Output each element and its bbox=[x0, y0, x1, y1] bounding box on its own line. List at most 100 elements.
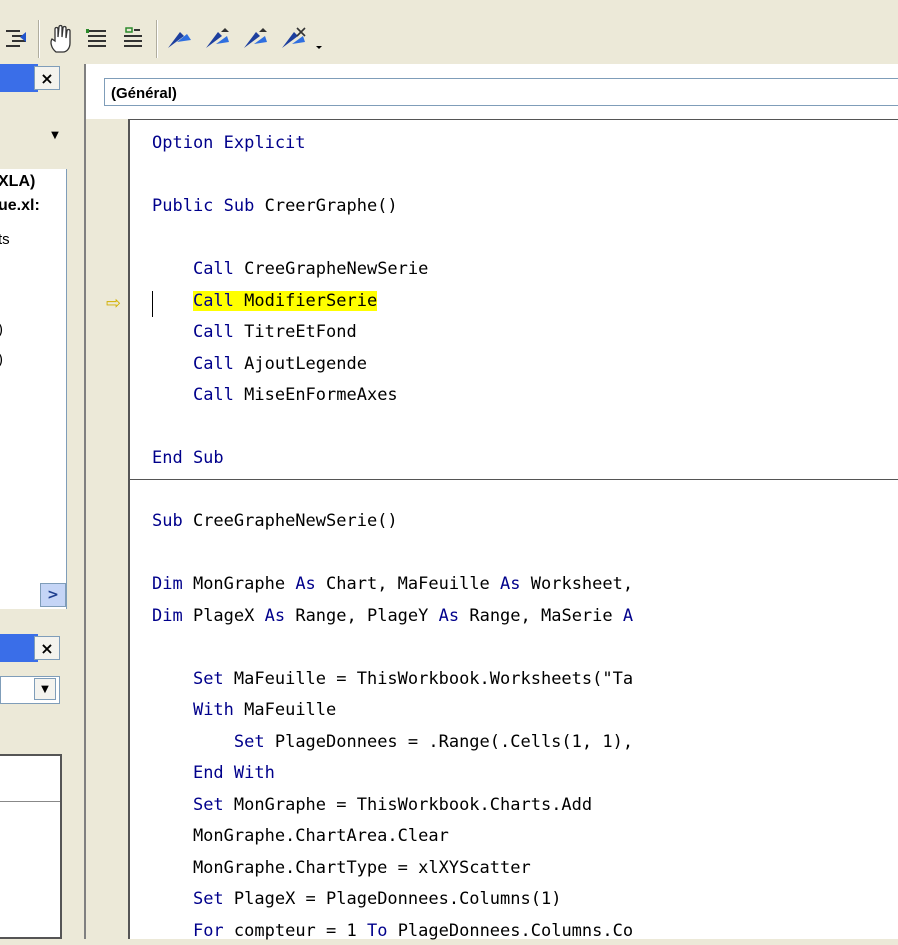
code-text: MonGraphe bbox=[182, 574, 296, 594]
indicator-margin[interactable]: ⇨ bbox=[86, 119, 130, 939]
left-panels: × ▼ XLA) ue.xl: ts ) ) > × ▼ bbox=[0, 64, 67, 939]
previous-bookmark-icon[interactable] bbox=[238, 22, 274, 56]
project-item[interactable]: ue.xl: bbox=[0, 197, 40, 215]
scroll-right-button[interactable]: > bbox=[40, 583, 66, 607]
project-tree: XLA) ue.xl: ts ) ) bbox=[0, 169, 67, 609]
code-text: MaFeuille = ThisWorkbook.Worksheets("Ta bbox=[223, 668, 634, 689]
property-row-divider bbox=[0, 801, 60, 802]
properties-pane-titlebar bbox=[0, 634, 38, 662]
comment-block-icon[interactable] bbox=[80, 22, 114, 56]
code-text: CreerGraphe() bbox=[254, 196, 398, 216]
code-keyword: Call bbox=[192, 353, 234, 374]
code-keyword: Sub bbox=[152, 511, 183, 531]
code-line[interactable]: MonGraphe.ChartType = xlXYScatter bbox=[152, 854, 531, 882]
properties-grid bbox=[0, 754, 62, 939]
close-icon: × bbox=[40, 68, 54, 88]
code-line[interactable]: For compteur = 1 To PlageDonnees.Columns… bbox=[152, 917, 633, 945]
code-keyword: As bbox=[500, 574, 521, 594]
project-item[interactable]: XLA) bbox=[0, 173, 35, 191]
code-line[interactable]: Call AjoutLegende bbox=[152, 350, 367, 378]
code-line[interactable]: Dim MonGraphe As Chart, MaFeuille As Wor… bbox=[152, 570, 633, 598]
code-keyword: As bbox=[264, 605, 286, 626]
code-keyword: Call bbox=[192, 290, 234, 311]
code-keyword: Dim bbox=[152, 574, 183, 594]
code-keyword: With bbox=[192, 700, 234, 720]
code-text: TitreEtFond bbox=[233, 322, 357, 342]
uncomment-block-icon[interactable] bbox=[116, 22, 150, 56]
code-keyword: A bbox=[622, 605, 634, 626]
code-top-border bbox=[86, 119, 898, 120]
code-keyword: As bbox=[295, 574, 316, 594]
toggle-breakpoint-icon[interactable] bbox=[44, 22, 78, 56]
code-line[interactable]: Call MiseEnFormeAxes bbox=[152, 381, 398, 409]
next-bookmark-icon[interactable] bbox=[200, 22, 236, 56]
project-item[interactable]: ) bbox=[0, 321, 3, 338]
code-line[interactable]: Call TitreEtFond bbox=[152, 318, 357, 346]
edit-toolbar bbox=[0, 0, 898, 64]
code-text: PlageDonnees = .Range(.Cells(1, 1), bbox=[264, 731, 634, 752]
toggle-bookmark-icon[interactable] bbox=[162, 22, 198, 56]
code-keyword: Call bbox=[192, 259, 234, 279]
code-text: Worksheet, bbox=[520, 574, 634, 594]
chevron-down-icon: ▼ bbox=[41, 683, 49, 695]
object-combo[interactable]: (Général) bbox=[104, 78, 898, 106]
toolbar-separator bbox=[38, 20, 40, 58]
project-pane-titlebar bbox=[0, 64, 38, 92]
properties-pane-close-button[interactable]: × bbox=[34, 636, 60, 660]
toolbar-separator bbox=[156, 20, 158, 58]
code-text: MonGraphe = ThisWorkbook.Charts.Add bbox=[223, 794, 593, 815]
code-line[interactable]: End Sub bbox=[152, 444, 224, 472]
properties-combo-arrow[interactable]: ▼ bbox=[34, 678, 56, 700]
code-line[interactable]: Set MaFeuille = ThisWorkbook.Worksheets(… bbox=[152, 665, 633, 693]
code-keyword: Set bbox=[192, 668, 224, 689]
code-line[interactable]: Call CreeGrapheNewSerie bbox=[152, 255, 428, 283]
code-text: MaFeuille bbox=[233, 700, 337, 720]
code-keyword: Call bbox=[192, 385, 234, 405]
code-text: MiseEnFormeAxes bbox=[233, 385, 398, 405]
outdent-icon[interactable] bbox=[0, 22, 34, 56]
code-line[interactable]: Option Explicit bbox=[152, 129, 306, 157]
code-line[interactable]: MonGraphe.ChartArea.Clear bbox=[152, 822, 449, 850]
code-text: ModifierSerie bbox=[233, 290, 378, 311]
chevron-down-icon: ▼ bbox=[51, 129, 59, 141]
procedure-separator bbox=[130, 479, 898, 480]
project-combo-arrow[interactable]: ▼ bbox=[44, 124, 66, 146]
code-line[interactable]: Dim PlageX As Range, PlageY As Range, Ma… bbox=[152, 602, 633, 630]
code-line[interactable]: End With bbox=[152, 759, 275, 787]
code-text: CreeGrapheNewSerie() bbox=[182, 511, 398, 531]
clear-bookmarks-icon[interactable] bbox=[276, 22, 312, 56]
code-text: compteur = 1 bbox=[223, 920, 367, 941]
code-keyword: Dim bbox=[152, 605, 183, 626]
code-line[interactable]: Call ModifierSerie bbox=[152, 287, 378, 315]
code-line[interactable]: Set PlageX = PlageDonnees.Columns(1) bbox=[152, 885, 561, 913]
code-line[interactable]: Sub CreeGrapheNewSerie() bbox=[152, 507, 398, 535]
code-line[interactable]: Set PlageDonnees = .Range(.Cells(1, 1), bbox=[152, 728, 633, 756]
code-keyword: End Sub bbox=[152, 448, 224, 468]
code-line[interactable]: Set MonGraphe = ThisWorkbook.Charts.Add bbox=[152, 791, 592, 819]
code-text: PlageDonnees.Columns.Co bbox=[387, 920, 634, 941]
code-keyword: End With bbox=[192, 763, 275, 783]
code-text: Range, MaSerie bbox=[459, 605, 623, 626]
dropdown-arrow-icon[interactable] bbox=[312, 22, 326, 56]
code-line[interactable]: With MaFeuille bbox=[152, 696, 336, 724]
project-pane-close-button[interactable]: × bbox=[34, 66, 60, 90]
code-keyword: To bbox=[366, 920, 388, 941]
code-line[interactable]: Public Sub CreerGraphe() bbox=[152, 192, 398, 220]
code-text: MonGraphe.ChartType = xlXYScatter bbox=[152, 857, 531, 878]
code-keyword: Call bbox=[192, 322, 234, 342]
project-item[interactable]: ) bbox=[0, 351, 3, 368]
code-keyword: Option Explicit bbox=[152, 133, 306, 153]
code-keyword: For bbox=[192, 920, 224, 941]
project-item[interactable]: ts bbox=[0, 231, 10, 248]
